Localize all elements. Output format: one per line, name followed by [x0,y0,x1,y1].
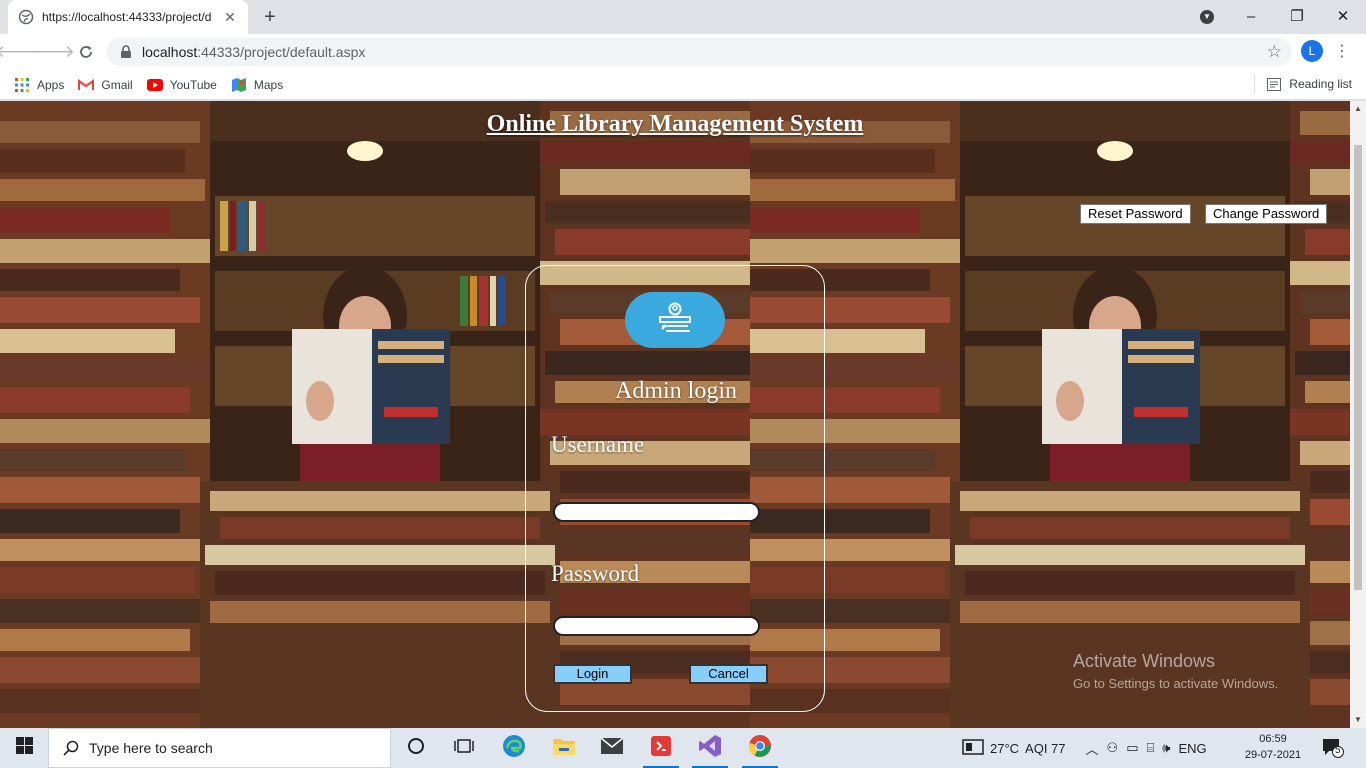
search-placeholder: Type here to search [89,740,213,756]
watermark-subtitle: Go to Settings to activate Windows. [1073,676,1279,691]
admin-badge [625,292,725,348]
folder-icon [552,736,576,761]
windows-logo-icon [15,737,33,759]
notification-center-button[interactable]: 5 [1322,738,1344,758]
login-heading: Admin login [614,378,737,404]
watermark-title: Activate Windows [1073,651,1216,671]
visual-studio-taskbar-app[interactable] [686,728,734,768]
reading-list-button[interactable]: Reading list [1254,74,1352,94]
browser-tab[interactable]: https://localhost:44333/project/d ✕ [8,0,248,34]
clock-date: 29-07-2021 [1244,749,1302,761]
bookmark-star-icon[interactable]: ☆ [1267,42,1282,62]
cancel-button[interactable]: Cancel [689,664,768,684]
tab-close-icon[interactable]: ✕ [222,9,238,25]
reading-list-icon [1266,76,1282,92]
activate-windows-watermark: Activate Windows Go to Settings to activ… [1073,651,1278,691]
bookmark-youtube[interactable]: YouTube [146,77,217,93]
visual-studio-icon [698,734,722,763]
tab-strip: https://localhost:44333/project/d ✕ + ▼ … [0,0,1366,34]
chrome-taskbar-app[interactable] [736,728,784,768]
youtube-icon [146,77,163,93]
password-label: Password [551,561,640,586]
mail-taskbar-app[interactable] [588,728,636,768]
task-view-icon [454,738,474,759]
bookmarks-bar: Apps Gmail YouTube Maps Reading list [0,70,1366,100]
browser-toolbar: 🡐 🡒 localhost:44333/project/default.aspx… [0,34,1366,70]
new-tab-button[interactable]: + [258,6,282,28]
bookmark-label: Apps [37,77,65,92]
bookmark-apps[interactable]: Apps [14,77,64,93]
start-button[interactable] [0,728,48,768]
reset-password-button[interactable]: Reset Password [1080,204,1191,224]
weather-widget[interactable]: 27°C AQI 77 [962,738,1066,758]
notification-count: 5 [1335,745,1341,756]
username-input[interactable] [553,502,760,522]
page-title: Online Library Management System [486,111,864,137]
minimize-button[interactable]: – [1228,8,1274,25]
library-background-image-repeat [750,101,1350,728]
maps-icon [231,77,247,93]
chrome-icon [748,734,772,763]
password-input[interactable] [553,616,760,636]
language-indicator[interactable]: ENG [1179,741,1207,756]
edge-taskbar-app[interactable] [490,728,538,768]
git-taskbar-app[interactable] [637,728,685,768]
bookmark-label: Gmail [101,77,133,92]
gmail-icon [78,77,95,93]
git-icon [650,735,672,762]
close-window-button[interactable]: ✕ [1320,7,1366,25]
mail-icon [600,736,624,760]
page-scrollbar[interactable]: ▲ ▼ [1350,101,1366,728]
volume-icon[interactable]: 🕪 [1162,740,1170,756]
clock-time: 06:59 [1259,733,1287,745]
task-view-button[interactable] [440,728,488,768]
taskbar-search[interactable]: Type here to search [48,728,391,768]
url-host: localhost [142,44,198,60]
tab-title: https://localhost:44333/project/d [42,10,212,24]
globe-icon [18,9,34,25]
weather-monitor-icon [962,738,984,758]
scroll-up-arrow-icon[interactable]: ▲ [1350,101,1366,117]
login-panel: Admin login Username Password Login Canc… [525,265,825,712]
forward-button[interactable]: 🡒 [29,38,75,66]
admin-id-card-icon [656,301,694,340]
more-menu-icon[interactable]: ⋮ [1334,40,1350,64]
system-clock[interactable]: 06:59 29-07-2021 [1244,731,1302,763]
system-tray: 27°C AQI 77 ︿ ⚇ ▭ ⌸ 🕪 ENG [962,728,1215,768]
address-bar[interactable]: localhost:44333/project/default.aspx ☆ [106,38,1292,66]
page-viewport: Online Library Management System Reset P… [0,101,1350,728]
network-icon[interactable]: ⌸ [1146,740,1154,756]
search-icon [63,740,79,756]
window-controls: – ❐ ✕ [1228,0,1366,32]
change-password-button[interactable]: Change Password [1205,204,1328,224]
apps-grid-icon [14,77,30,93]
bookmark-label: Maps [253,77,284,92]
bookmark-maps[interactable]: Maps [231,77,283,93]
login-button[interactable]: Login [553,664,632,684]
profile-avatar[interactable]: L [1301,40,1323,62]
air-quality: AQI 77 [1025,740,1066,756]
cortana-button[interactable] [392,728,440,768]
scroll-down-arrow-icon[interactable]: ▼ [1350,712,1366,728]
file-explorer-taskbar-app[interactable] [540,728,588,768]
windows-taskbar: Type here to search 27°C AQI 77 ︿ ⚇ ▭ ⌸ … [0,728,1366,768]
show-hidden-icons-chevron-icon[interactable]: ︿ [1086,739,1099,758]
bookmark-gmail[interactable]: Gmail [78,77,133,93]
scrollbar-thumb[interactable] [1354,145,1362,590]
edge-icon [502,734,526,763]
url-path: :44333/project/default.aspx [197,44,366,60]
reading-list-label: Reading list [1289,77,1352,91]
meet-now-icon[interactable]: ⚇ [1107,740,1119,756]
weather-temp: 27°C [990,740,1020,756]
battery-icon[interactable]: ▭ [1126,740,1138,756]
lock-icon[interactable] [120,45,134,59]
restore-button[interactable]: ❐ [1274,7,1320,25]
username-label: Username [551,432,645,457]
reload-button[interactable] [70,38,102,66]
cortana-circle-icon [407,737,425,760]
tab-search-icon[interactable]: ▼ [1200,10,1214,24]
bookmark-label: YouTube [169,77,217,92]
